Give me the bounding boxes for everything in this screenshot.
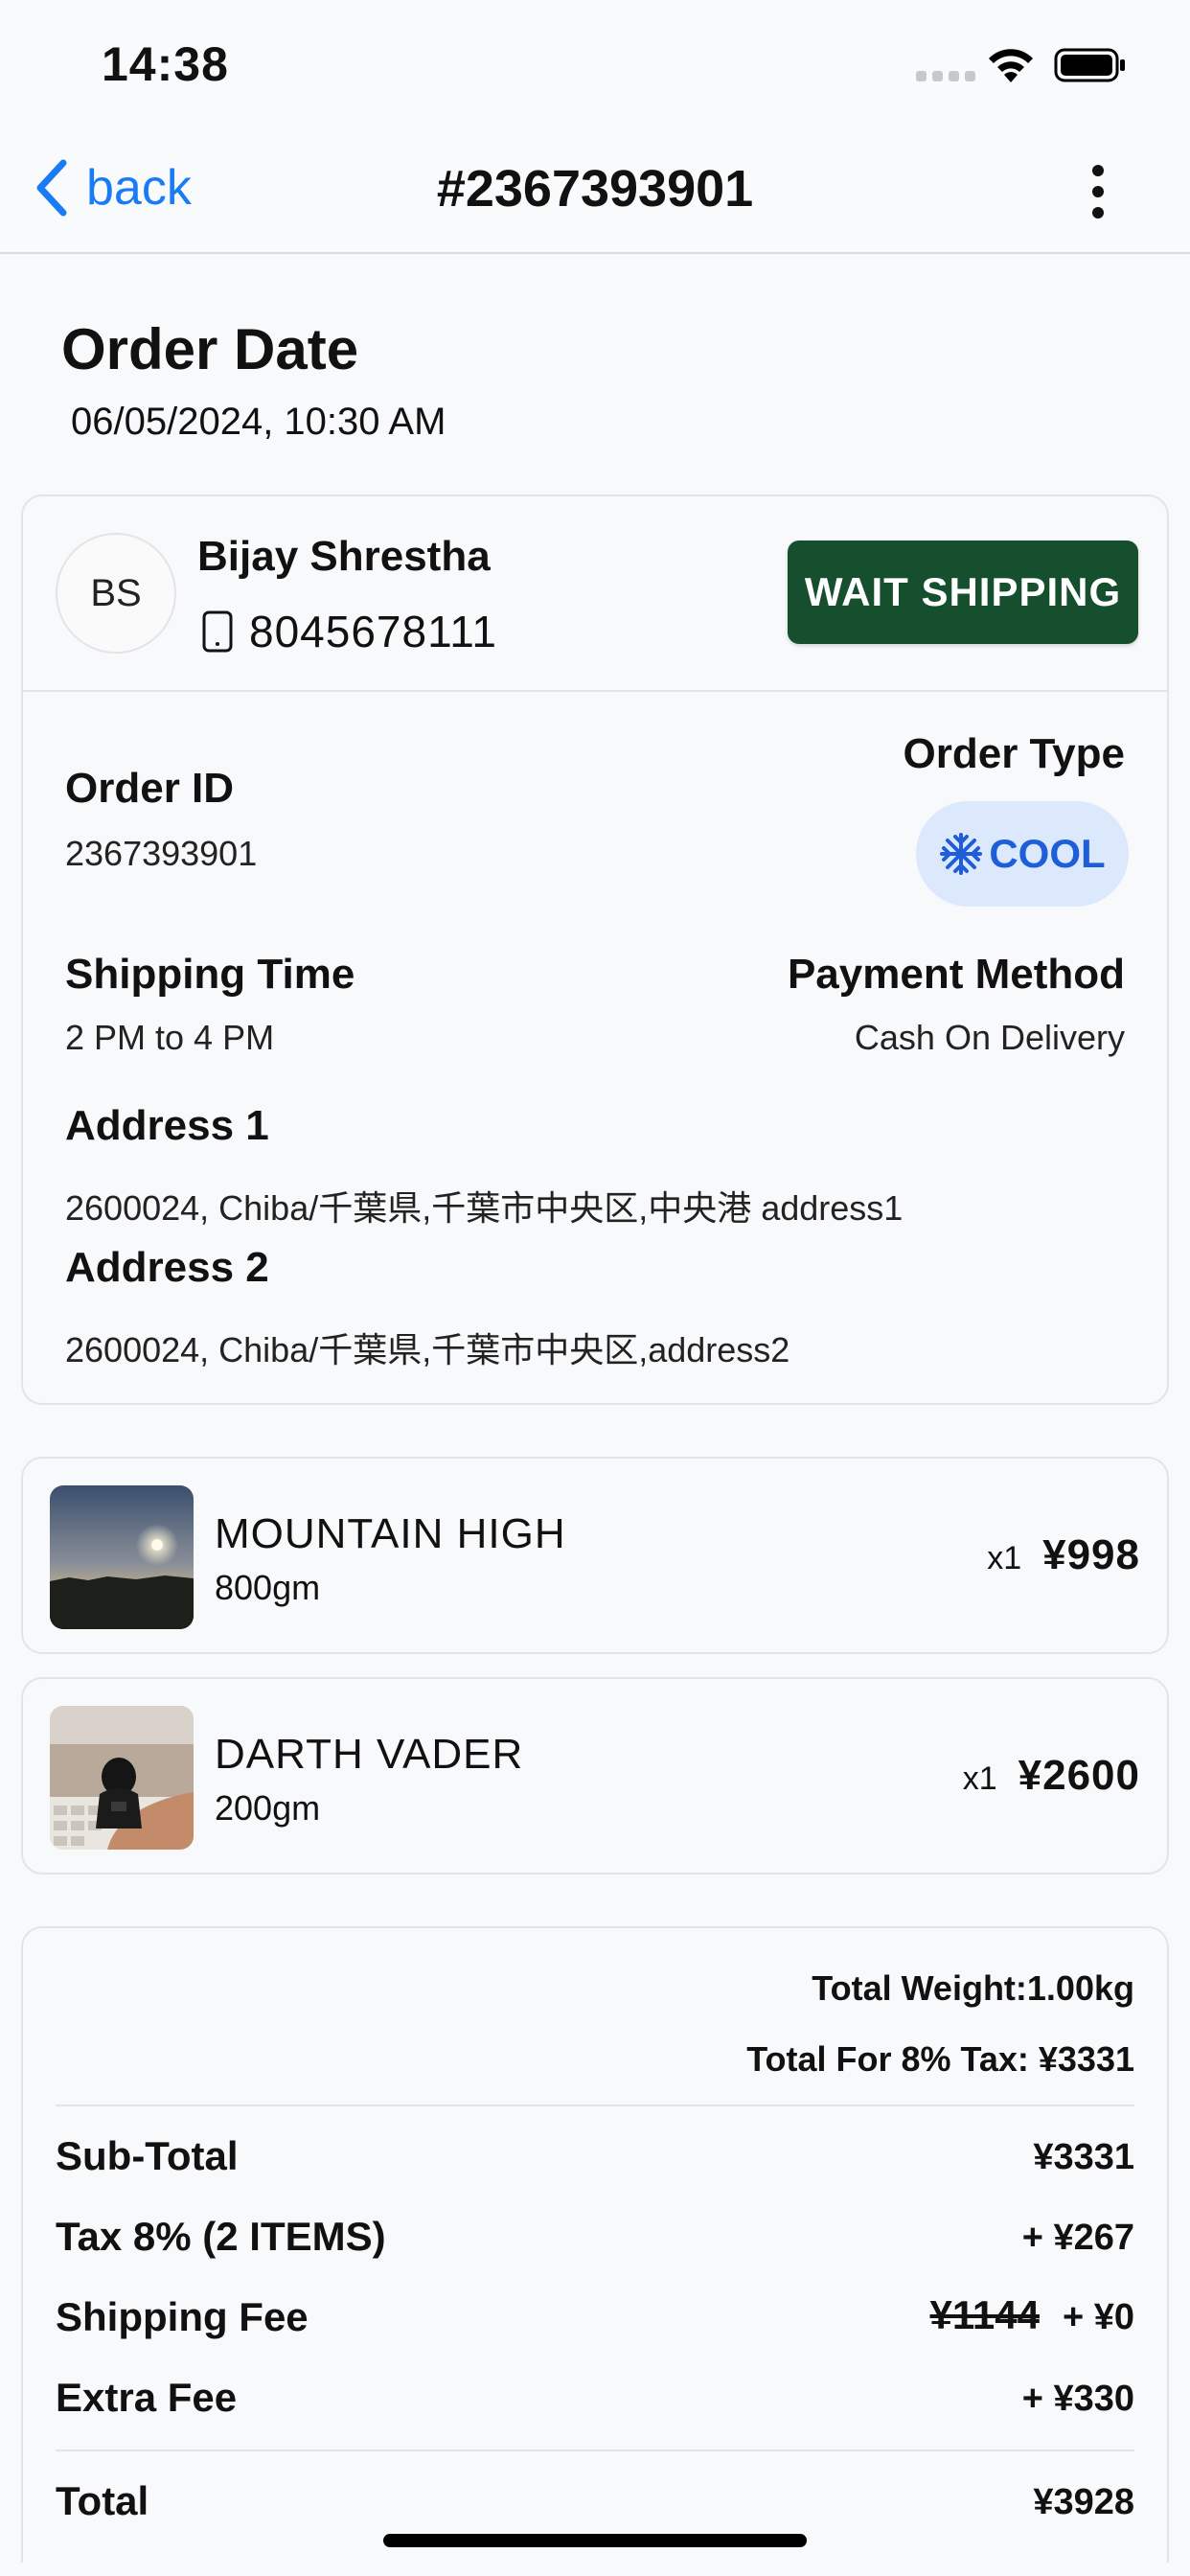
shipping-time-label: Shipping Time <box>65 951 355 998</box>
address2-value: 2600024, Chiba/千葉県,千葉市中央区,address2 <box>65 1330 790 1369</box>
page-title: #2367393901 <box>436 160 754 218</box>
product-price-group: x1 ¥2600 <box>963 1752 1140 1800</box>
shipping-fee-value: + ¥0 <box>1062 2297 1134 2337</box>
cellular-signal-icon <box>916 71 975 81</box>
status-time: 14:38 <box>102 37 229 91</box>
subtotal-label: Sub-Total <box>56 2133 239 2178</box>
snowflake-icon <box>940 833 983 875</box>
product-quantity: x1 <box>962 1760 997 1797</box>
order-summary-card: Total Weight:1.00kg Total For 8% Tax: ¥3… <box>21 1926 1169 2563</box>
subtotal-value: ¥3331 <box>1033 2137 1134 2177</box>
divider <box>56 2450 1134 2451</box>
order-date-title: Order Date <box>61 317 359 381</box>
customer-name: Bijay Shrestha <box>197 533 491 580</box>
phone-row[interactable]: 8045678111 <box>201 606 497 657</box>
product-name: DARTH VADER <box>215 1731 524 1778</box>
product-image <box>50 1706 194 1850</box>
total-tax: Total For 8% Tax: ¥3331 <box>746 2039 1134 2079</box>
status-bar: 14:38 <box>0 0 1190 125</box>
order-date-value: 06/05/2024, 10:30 AM <box>71 401 446 443</box>
wifi-icon <box>989 49 1033 82</box>
tax-value: + ¥267 <box>1021 2218 1134 2258</box>
product-weight: 200gm <box>215 1788 321 1828</box>
more-options-icon[interactable] <box>1079 163 1117 220</box>
extra-fee-value: + ¥330 <box>1021 2379 1134 2419</box>
product-price: ¥998 <box>1042 1531 1140 1578</box>
address1-label: Address 1 <box>65 1102 269 1149</box>
shipping-fee-group: ¥1144 + ¥0 <box>929 2292 1134 2338</box>
battery-icon <box>1054 48 1125 82</box>
extra-fee-label: Extra Fee <box>56 2375 238 2420</box>
order-status-button[interactable]: WAIT SHIPPING <box>788 540 1138 644</box>
payment-method-label: Payment Method <box>787 951 1125 998</box>
address1-value: 2600024, Chiba/千葉県,千葉市中央区,中央港 address1 <box>65 1188 904 1228</box>
phone-icon <box>202 610 233 653</box>
total-weight: Total Weight:1.00kg <box>812 1968 1134 2008</box>
avatar: BS <box>56 533 176 654</box>
list-item[interactable]: DARTH VADER 200gm x1 ¥2600 <box>21 1677 1169 1874</box>
order-type-label: Order Type <box>903 730 1125 777</box>
total-label: Total <box>56 2478 149 2523</box>
tax-label: Tax 8% (2 ITEMS) <box>56 2214 386 2259</box>
shipping-time-value: 2 PM to 4 PM <box>65 1018 275 1057</box>
product-price: ¥2600 <box>1018 1752 1140 1799</box>
product-name: MOUNTAIN HIGH <box>215 1510 566 1557</box>
payment-method-value: Cash On Delivery <box>854 1018 1125 1057</box>
product-image <box>50 1485 194 1629</box>
list-item[interactable]: MOUNTAIN HIGH 800gm x1 ¥998 <box>21 1457 1169 1654</box>
navigation-bar: back #2367393901 <box>0 125 1190 254</box>
divider <box>23 690 1167 692</box>
home-indicator <box>383 2534 807 2547</box>
shipping-fee-label: Shipping Fee <box>56 2294 309 2339</box>
order-id-label: Order ID <box>65 765 235 812</box>
total-value: ¥3928 <box>1033 2482 1134 2522</box>
address2-label: Address 2 <box>65 1244 269 1291</box>
product-quantity: x1 <box>987 1540 1022 1576</box>
product-price-group: x1 ¥998 <box>987 1531 1140 1579</box>
shipping-fee-original: ¥1144 <box>929 2292 1040 2337</box>
order-type-value: COOL <box>989 831 1106 876</box>
phone-number: 8045678111 <box>249 607 498 656</box>
order-info-card: BS Bijay Shrestha 8045678111 WAIT SHIPPI… <box>21 494 1169 1405</box>
divider <box>56 2104 1134 2106</box>
product-weight: 800gm <box>215 1568 321 1607</box>
order-type-badge: COOL <box>916 801 1129 907</box>
order-id-value: 2367393901 <box>65 834 258 873</box>
